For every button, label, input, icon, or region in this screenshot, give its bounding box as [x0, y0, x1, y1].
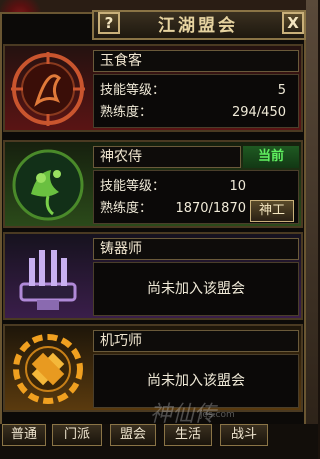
guild-info: 技能等级： 5 熟练度： 294/450: [93, 74, 299, 128]
skill-level-row: 技能等级： 10: [100, 177, 296, 197]
smith-emblem-icon: [19, 250, 77, 310]
skill-level-value: 10: [229, 179, 246, 194]
proficiency-label: 熟练度：: [100, 105, 153, 120]
guild-name: 神农侍: [93, 146, 241, 168]
skill-level-value: 5: [277, 83, 286, 98]
guild-info: 尚未加入该盟会: [93, 262, 299, 316]
proficiency-value: 1870/1870: [175, 201, 246, 216]
proficiency-label: 熟练度：: [100, 201, 153, 216]
mechanist-emblem-icon: [13, 334, 83, 404]
not-joined-text: 尚未加入该盟会: [147, 281, 245, 297]
guild-name: 铸器师: [93, 238, 299, 260]
tab-battle[interactable]: 战斗: [220, 424, 268, 446]
guild-panel-zhuqishi[interactable]: 铸器师 尚未加入该盟会: [3, 232, 303, 320]
tab-sect[interactable]: 门派: [52, 424, 102, 446]
window-title: 江湖盟会: [158, 16, 238, 36]
herbalist-emblem-icon: [12, 149, 84, 221]
tab-life[interactable]: 生活: [164, 424, 212, 446]
proficiency-value: 294/450: [231, 105, 286, 120]
skill-level-label: 技能等级：: [100, 179, 166, 194]
current-status-badge: 当前: [243, 146, 299, 168]
chat-tab-bar: 普通 门派 盟会 生活 战斗: [0, 424, 318, 459]
tab-normal[interactable]: 普通: [2, 424, 46, 446]
close-button[interactable]: X: [282, 12, 304, 34]
guild-panel-yushike[interactable]: 玉食客 技能等级： 5 熟练度： 294/450: [3, 44, 303, 132]
guild-name: 机巧师: [93, 330, 299, 352]
skill-level-label: 技能等级：: [100, 83, 166, 98]
tab-guild[interactable]: 盟会: [110, 424, 156, 446]
proficiency-row: 熟练度： 294/450: [100, 103, 296, 123]
chef-emblem-icon: [11, 52, 85, 126]
background-edge: [306, 0, 318, 459]
skill-level-row: 技能等级： 5: [100, 81, 296, 101]
guild-name: 玉食客: [93, 50, 299, 72]
shengong-button[interactable]: 神工: [250, 200, 294, 222]
watermark-url: jos.com: [200, 410, 235, 420]
help-button[interactable]: ?: [98, 12, 120, 34]
not-joined-text: 尚未加入该盟会: [147, 373, 245, 389]
